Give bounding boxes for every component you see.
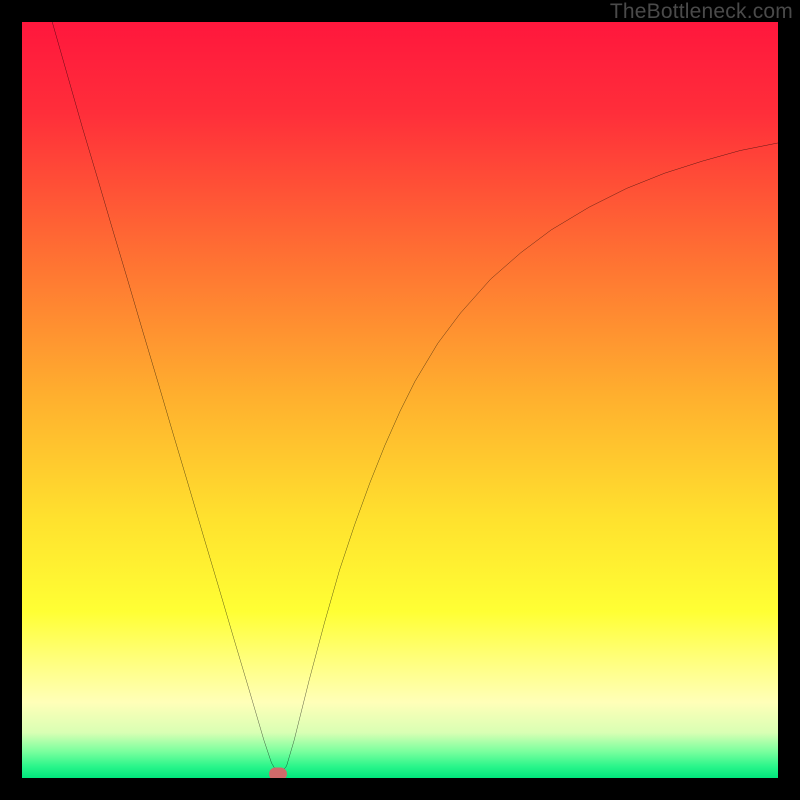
chart-frame: TheBottleneck.com bbox=[0, 0, 800, 800]
watermark-text: TheBottleneck.com bbox=[610, 0, 793, 24]
background-gradient bbox=[22, 22, 778, 778]
optimal-point-marker bbox=[269, 768, 287, 778]
plot-area bbox=[22, 22, 778, 778]
